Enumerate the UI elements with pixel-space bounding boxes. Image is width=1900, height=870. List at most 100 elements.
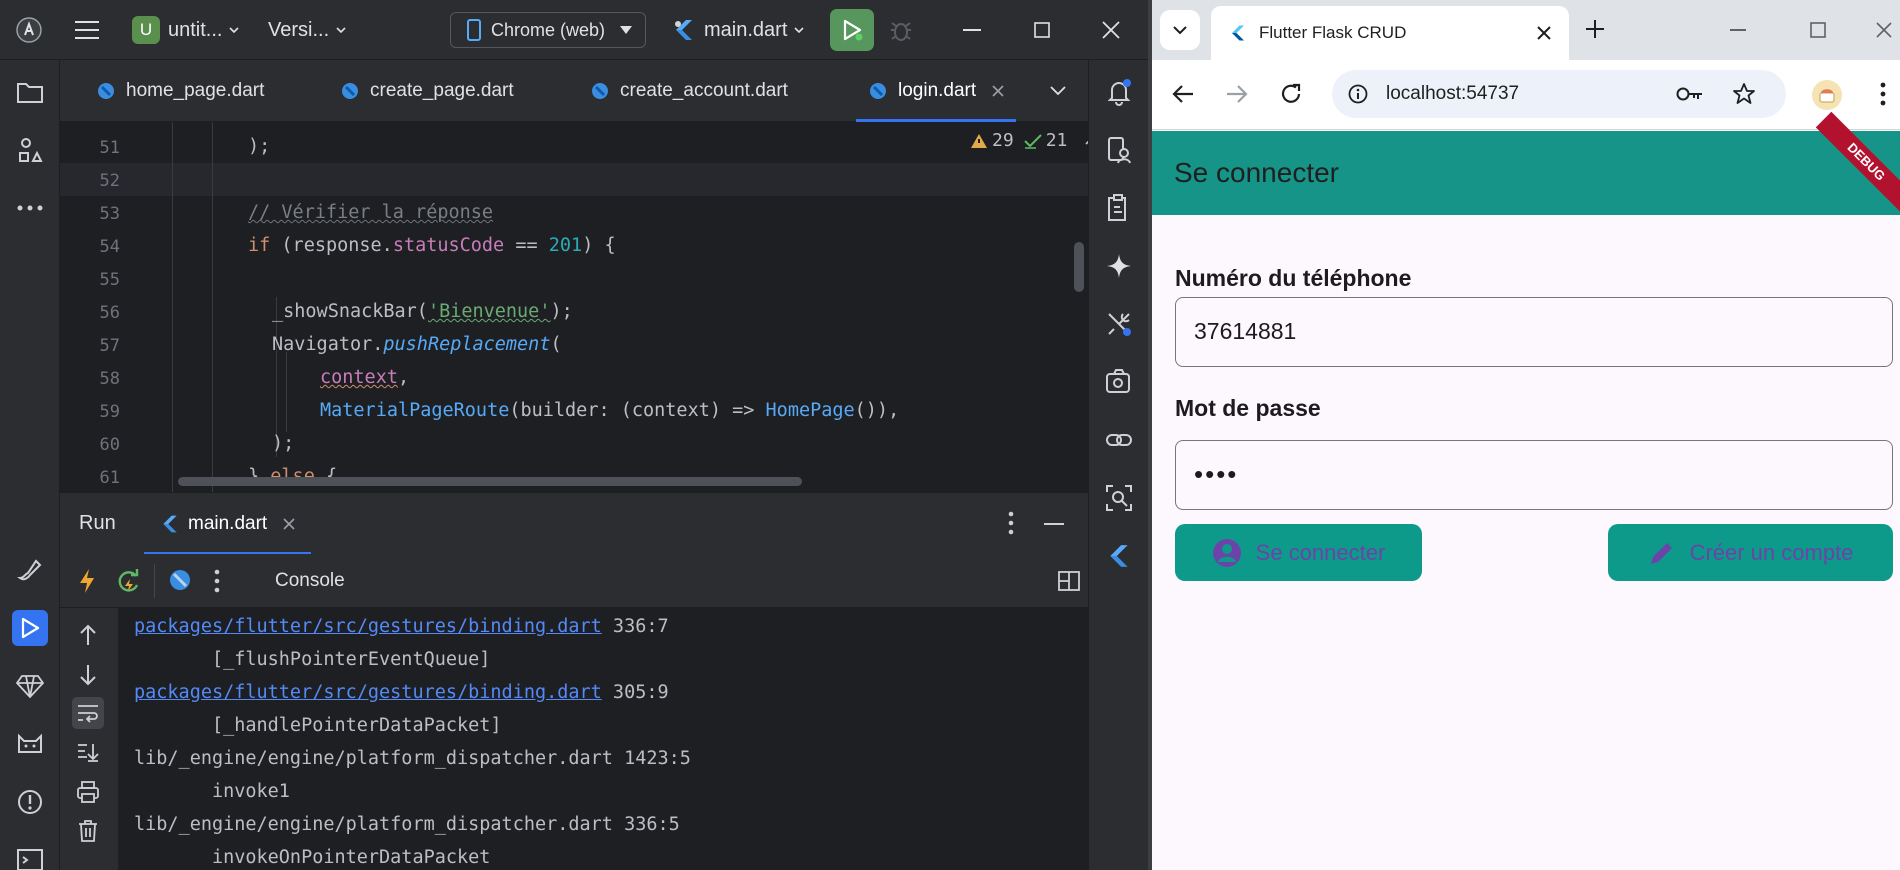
link-icon[interactable] — [1101, 422, 1137, 458]
maximize-icon[interactable] — [1810, 22, 1826, 38]
arrow-down-icon[interactable] — [78, 664, 98, 686]
cat-icon[interactable] — [12, 726, 48, 762]
trash-icon[interactable] — [78, 820, 98, 842]
dart-devtools-icon[interactable] — [168, 568, 192, 592]
arrow-up-icon[interactable] — [78, 624, 98, 646]
more-options-icon[interactable] — [1008, 511, 1014, 535]
debug-icon[interactable] — [888, 0, 914, 60]
screenshot-icon[interactable] — [1101, 364, 1137, 400]
warning-count: 29 — [992, 130, 1014, 151]
tab-create-page[interactable]: create_page.dart — [340, 60, 514, 122]
minimize-icon[interactable] — [937, 0, 1007, 60]
dart-file-icon — [98, 83, 114, 99]
run-toolbar: Console — [60, 554, 1088, 608]
device-selector[interactable]: Chrome (web) — [450, 12, 646, 48]
code-token: ()), — [854, 400, 900, 421]
structure-icon[interactable] — [12, 132, 48, 168]
console-link[interactable]: packages/flutter/src/gestures/binding.da… — [134, 616, 602, 637]
code-token: ) { — [582, 235, 616, 256]
key-icon[interactable] — [1676, 86, 1704, 102]
back-icon[interactable] — [1172, 84, 1194, 104]
close-icon[interactable] — [1876, 22, 1892, 38]
profile-avatar-icon[interactable] — [1812, 80, 1842, 110]
tab-search-icon[interactable] — [1160, 10, 1200, 50]
inspect-icon[interactable] — [1101, 480, 1137, 516]
code-token: , — [397, 367, 410, 388]
console-link[interactable]: packages/flutter/src/gestures/binding.da… — [134, 682, 602, 703]
run-button[interactable] — [830, 9, 874, 51]
console-line: packages/flutter/src/gestures/binding.da… — [134, 610, 669, 643]
reload-icon[interactable] — [1280, 83, 1302, 105]
hide-panel-icon[interactable] — [1044, 523, 1064, 525]
hot-restart-icon[interactable] — [116, 568, 142, 594]
code-token: (builder: (context) => — [509, 400, 766, 421]
new-tab-icon[interactable] — [1584, 18, 1606, 40]
console-tab[interactable]: Console — [275, 554, 345, 608]
forward-icon[interactable] — [1226, 84, 1248, 104]
run-tab-main[interactable]: main.dart — [144, 493, 312, 555]
code-editor[interactable]: 51 52 53 54 55 56 57 58 59 60 61 ); // V… — [60, 122, 1088, 492]
console-output[interactable]: packages/flutter/src/gestures/binding.da… — [118, 608, 1088, 870]
clipboard-icon[interactable] — [1101, 190, 1137, 226]
more-actions-icon[interactable] — [214, 569, 220, 593]
address-bar[interactable]: localhost:54737 — [1332, 70, 1786, 118]
problems-icon[interactable] — [12, 784, 48, 820]
tab-label: home_page.dart — [126, 80, 265, 101]
line-number: 60 — [99, 435, 120, 455]
scroll-to-end-icon[interactable] — [77, 742, 99, 762]
gem-icon[interactable] — [12, 668, 48, 704]
code-class: MaterialPageRoute — [320, 400, 510, 421]
code-token: (response. — [270, 235, 393, 256]
tab-home-page[interactable]: home_page.dart — [96, 60, 264, 122]
close-tab-icon[interactable] — [283, 518, 295, 530]
project-folder-icon[interactable] — [12, 74, 48, 110]
console-line: lib/_engine/engine/platform_dispatcher.d… — [134, 748, 691, 769]
phone-input[interactable]: 37614881 — [1175, 297, 1893, 367]
run-config-selector[interactable]: main.dart — [672, 0, 805, 60]
site-info-icon[interactable] — [1348, 84, 1368, 104]
ai-assistant-icon[interactable] — [1101, 248, 1137, 284]
app-logo-icon[interactable] — [16, 0, 42, 60]
project-selector[interactable]: U untit... — [132, 0, 240, 60]
tools-icon[interactable] — [1101, 306, 1137, 342]
url-text: localhost:54737 — [1386, 83, 1520, 104]
close-tab-icon[interactable] — [992, 85, 1004, 97]
browser-menu-icon[interactable] — [1880, 82, 1886, 106]
hot-reload-icon[interactable] — [78, 568, 96, 594]
console-line: lib/_engine/engine/platform_dispatcher.d… — [134, 814, 680, 835]
bookmark-star-icon[interactable] — [1732, 82, 1756, 106]
login-button[interactable]: Se connecter — [1175, 524, 1422, 581]
horizontal-scrollbar[interactable] — [178, 477, 802, 486]
paint-brush-icon[interactable] — [12, 552, 48, 588]
code-property: context — [320, 367, 398, 388]
main-menu-icon[interactable] — [74, 0, 100, 60]
inspection-widget[interactable]: 29 21 — [970, 130, 1088, 151]
dart-file-icon — [342, 83, 358, 99]
run-panel-title: Run — [79, 512, 116, 534]
vertical-scrollbar[interactable] — [1074, 242, 1084, 292]
flutter-outline-icon[interactable] — [1101, 538, 1137, 574]
maximize-icon[interactable] — [1007, 0, 1077, 60]
layout-icon[interactable] — [1058, 570, 1080, 592]
print-icon[interactable] — [77, 781, 99, 803]
run-tab-label: main.dart — [188, 513, 268, 534]
line-number: 58 — [99, 369, 120, 389]
tab-create-account[interactable]: create_account.dart — [590, 60, 788, 122]
more-tools-icon[interactable] — [12, 190, 48, 226]
device-manager-icon[interactable] — [1101, 132, 1137, 168]
create-account-button[interactable]: Créer un compte — [1608, 524, 1893, 581]
tab-overflow-icon[interactable] — [1050, 60, 1066, 122]
tab-label: create_account.dart — [620, 80, 788, 101]
notifications-icon[interactable] — [1101, 74, 1137, 110]
terminal-icon[interactable] — [12, 842, 48, 870]
soft-wrap-icon[interactable] — [72, 697, 104, 729]
vcs-menu[interactable]: Versi... — [268, 0, 347, 60]
password-input[interactable]: •••• — [1175, 440, 1893, 510]
browser-tab[interactable]: Flutter Flask CRUD — [1211, 6, 1569, 60]
run-tool-icon[interactable] — [12, 610, 48, 646]
close-tab-icon[interactable] — [1537, 26, 1551, 40]
code-line-54: if (response.statusCode == 201) { — [248, 229, 616, 262]
tab-login[interactable]: login.dart — [855, 60, 1017, 122]
close-icon[interactable] — [1076, 0, 1146, 60]
minimize-icon[interactable] — [1730, 29, 1746, 31]
